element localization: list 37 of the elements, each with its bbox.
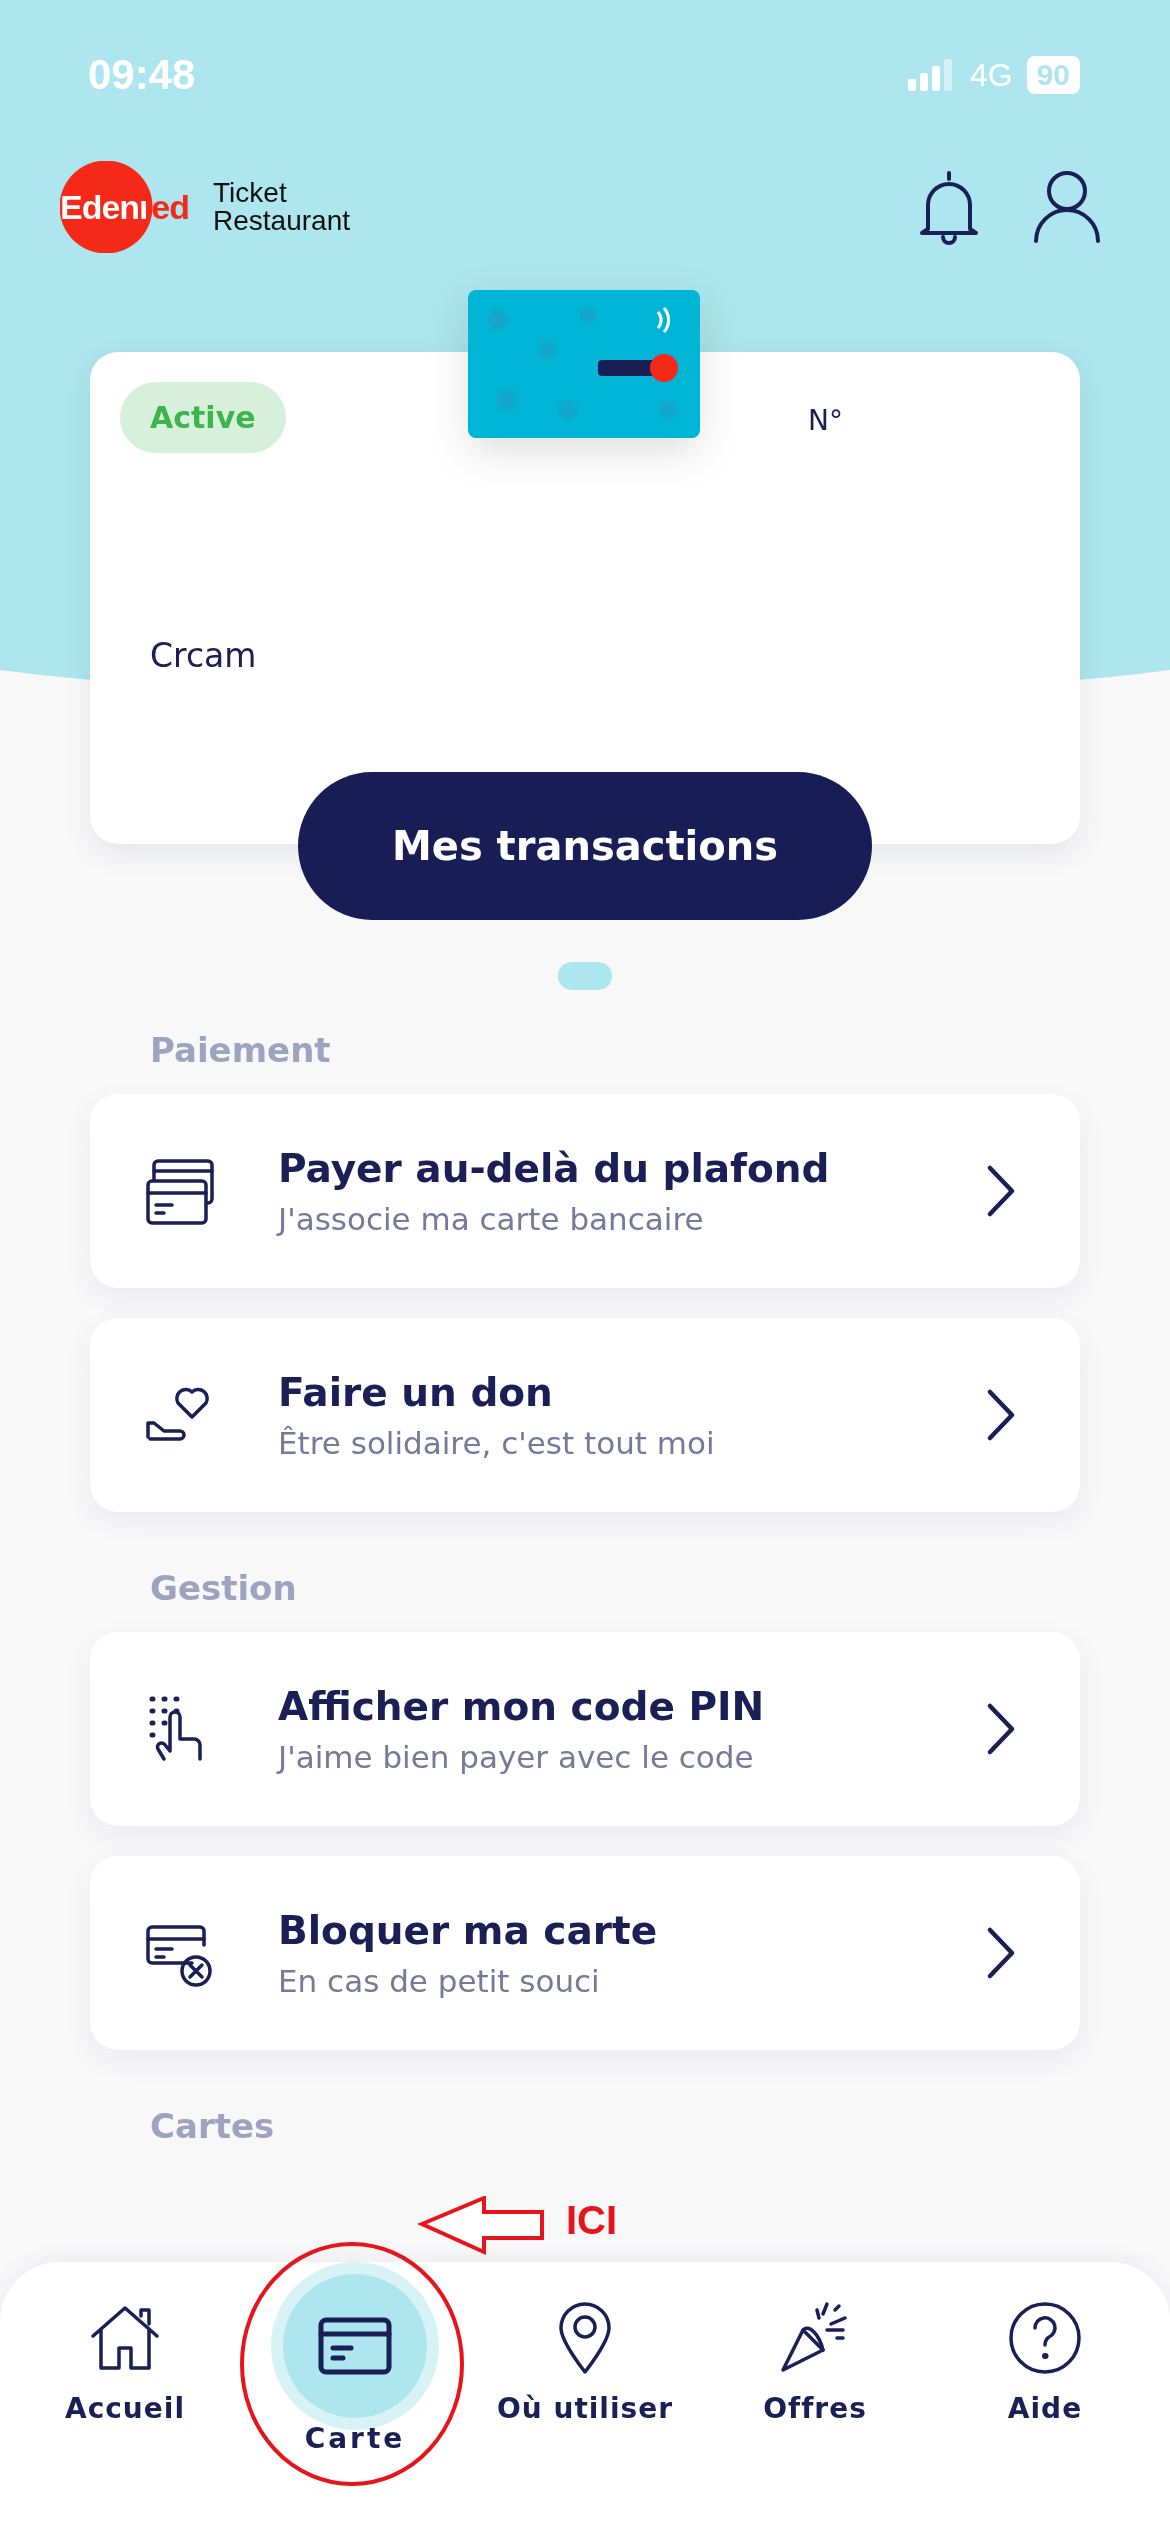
menu-row[interactable]: Payer au-delà du plafond J'associe ma carte bancaire bbox=[90, 1094, 1080, 1288]
product-name: Ticket Restaurant bbox=[213, 179, 350, 235]
section-title: Gestion bbox=[150, 1568, 298, 1608]
chevron-right-icon bbox=[986, 1926, 1016, 1980]
nav-tab[interactable]: Offres bbox=[705, 2298, 925, 2532]
row-title: Faire un don bbox=[278, 1369, 554, 1415]
nav-tab[interactable]: Accueil bbox=[15, 2298, 235, 2532]
nav-tab[interactable]: Carte bbox=[245, 2274, 465, 2532]
row-subtitle: J'associe ma carte bancaire bbox=[278, 1200, 705, 1237]
nav-tab[interactable]: Aide bbox=[935, 2298, 1155, 2532]
section-title: Cartes bbox=[150, 2106, 276, 2146]
chevron-right-icon bbox=[986, 1388, 1016, 1442]
menu-row[interactable]: Faire un don Être solidaire, c'est tout moi bbox=[90, 1318, 1080, 1512]
card-number-label: N° bbox=[808, 404, 843, 437]
status-time: 09:48 bbox=[88, 51, 196, 99]
section-title: Paiement bbox=[150, 1030, 332, 1070]
chevron-right-icon bbox=[986, 1702, 1016, 1756]
nav-tab[interactable]: Où utiliser bbox=[475, 2298, 695, 2532]
transactions-button[interactable]: Mes transactions bbox=[298, 772, 872, 920]
row-title: Bloquer ma carte bbox=[278, 1907, 659, 1953]
row-subtitle: J'aime bien payer avec le code bbox=[278, 1738, 755, 1775]
menu-row[interactable]: Afficher mon code PIN J'aime bien payer avec le code bbox=[90, 1632, 1080, 1826]
card-issuer: Crcam bbox=[150, 636, 257, 675]
profile-icon[interactable] bbox=[1032, 169, 1102, 245]
status-badge: Active bbox=[120, 382, 286, 453]
row-subtitle: Être solidaire, c'est tout moi bbox=[278, 1424, 716, 1461]
card-icon bbox=[317, 2316, 393, 2376]
page-indicator bbox=[558, 962, 612, 990]
network-label: 4G bbox=[969, 56, 1013, 94]
menu-row[interactable]: Bloquer ma carte En cas de petit souci bbox=[90, 1856, 1080, 2050]
annotation-label: ICI bbox=[566, 2198, 618, 2243]
row-subtitle: En cas de petit souci bbox=[278, 1962, 601, 1999]
row-title: Payer au-delà du plafond bbox=[278, 1145, 831, 1191]
battery-level: 90 bbox=[1026, 56, 1080, 94]
row-title: Afficher mon code PIN bbox=[278, 1683, 766, 1729]
help-icon bbox=[1007, 2300, 1083, 2376]
chevron-right-icon bbox=[986, 1164, 1016, 1218]
